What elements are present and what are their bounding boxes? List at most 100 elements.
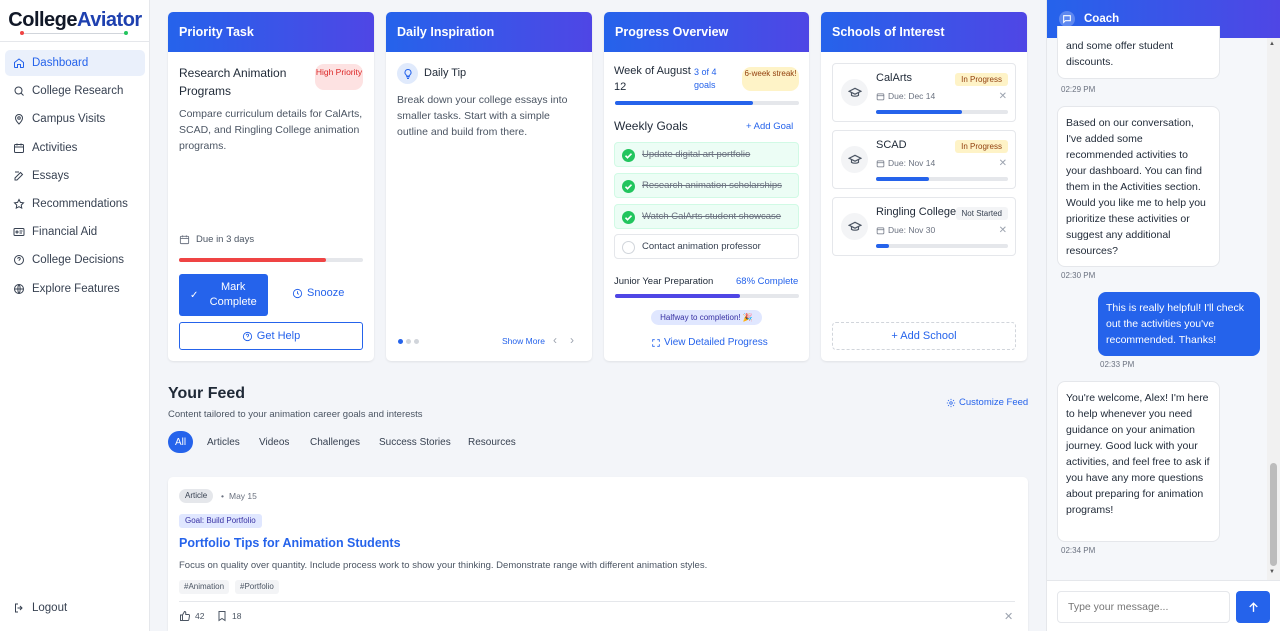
nav-item-activities[interactable]: Activities xyxy=(5,135,145,161)
checkmark-icon[interactable] xyxy=(622,180,635,193)
nav-item-explore-features[interactable]: Explore Features xyxy=(5,276,145,302)
carousel-dots[interactable] xyxy=(398,339,419,344)
tab-challenges[interactable]: Challenges xyxy=(303,431,367,453)
scrollbar-thumb[interactable] xyxy=(1270,463,1277,566)
logo-dot-red xyxy=(20,31,24,35)
feed-title: Your Feed xyxy=(168,385,246,402)
post-tag[interactable]: #Animation xyxy=(179,580,230,594)
chat-message-user: This is really helpful! I'll check out t… xyxy=(1098,292,1260,356)
send-button[interactable] xyxy=(1236,591,1270,623)
message-time: 02:34 PM xyxy=(1061,546,1096,555)
logo[interactable]: CollegeAviator xyxy=(0,0,150,42)
goal-item[interactable]: Research animation scholarships xyxy=(614,173,799,198)
message-time: 02:30 PM xyxy=(1061,271,1096,280)
home-icon xyxy=(14,58,24,68)
priority-task-header: Priority Task xyxy=(168,12,374,52)
carousel-dot[interactable] xyxy=(406,339,411,344)
school-progress-fill xyxy=(876,110,962,114)
tab-articles[interactable]: Articles xyxy=(200,431,247,453)
nav-label: Explore Features xyxy=(32,282,120,295)
message-time: 02:33 PM xyxy=(1100,360,1135,369)
close-icon[interactable]: ✕ xyxy=(999,158,1007,169)
week-label: Week of August 12 xyxy=(614,65,691,93)
get-help-button[interactable]: Get Help xyxy=(179,322,363,350)
close-icon[interactable]: ✕ xyxy=(1004,610,1013,623)
show-more-link[interactable]: Show More xyxy=(502,336,545,346)
checkmark-icon[interactable] xyxy=(622,211,635,224)
nav-item-dashboard[interactable]: Dashboard xyxy=(5,50,145,76)
nav-item-recommendations[interactable]: Recommendations xyxy=(5,191,145,217)
post-date: May 15 xyxy=(229,491,257,501)
nav-item-college-decisions[interactable]: College Decisions xyxy=(5,247,145,273)
school-due: Due: Dec 14 xyxy=(876,91,935,101)
nav-item-college-research[interactable]: College Research xyxy=(5,78,145,104)
carousel-dot[interactable] xyxy=(414,339,419,344)
post-tag[interactable]: #Portfolio xyxy=(235,580,279,594)
nav-item-financial-aid[interactable]: Financial Aid xyxy=(5,219,145,245)
post-title[interactable]: Portfolio Tips for Animation Students xyxy=(179,536,401,550)
chevron-left-icon[interactable]: ‹ xyxy=(553,333,557,347)
school-item[interactable]: Ringling College Not Started Due: Nov 30… xyxy=(832,197,1016,256)
goal-item[interactable]: Update digital art portfolio xyxy=(614,142,799,167)
nav-item-essays[interactable]: Essays xyxy=(5,163,145,189)
carousel-dot-active[interactable] xyxy=(398,339,403,344)
thumbs-up-icon xyxy=(180,610,190,621)
progress-overview-header: Progress Overview xyxy=(604,12,809,52)
logout-button[interactable]: Logout xyxy=(13,602,67,614)
chevron-right-icon[interactable]: › xyxy=(570,333,574,347)
checkmark-icon[interactable] xyxy=(622,149,635,162)
nav-label: Financial Aid xyxy=(32,226,98,239)
snooze-button[interactable]: Snooze xyxy=(292,287,344,299)
save-button[interactable]: 18 xyxy=(216,610,241,622)
logout-icon xyxy=(15,603,23,613)
chat-message-bot: You're welcome, Alex! I'm here to help w… xyxy=(1057,381,1220,542)
bookmark-icon xyxy=(218,611,226,622)
goal-item[interactable]: Watch CalArts student showcase xyxy=(614,204,799,229)
tab-resources[interactable]: Resources xyxy=(461,431,523,453)
week-progress-fill xyxy=(615,101,753,105)
chat-input-area xyxy=(1047,580,1280,631)
school-status: In Progress xyxy=(955,140,1008,153)
goal-item[interactable]: Contact animation professor xyxy=(614,234,799,259)
schools-header: Schools of Interest xyxy=(821,12,1027,52)
nav-item-campus-visits[interactable]: Campus Visits xyxy=(5,106,145,132)
school-due: Due: Nov 30 xyxy=(876,225,935,235)
scroll-down-arrow[interactable]: ▼ xyxy=(1269,569,1275,575)
close-icon[interactable]: ✕ xyxy=(999,91,1007,102)
close-icon[interactable]: ✕ xyxy=(999,225,1007,236)
empty-circle-icon[interactable] xyxy=(622,241,635,254)
save-count: 18 xyxy=(232,611,242,621)
tab-success-stories[interactable]: Success Stories xyxy=(372,431,458,453)
view-detailed-progress-link[interactable]: View Detailed Progress xyxy=(651,337,768,348)
school-item[interactable]: CalArts In Progress Due: Dec 14 ✕ xyxy=(832,63,1016,122)
nav-label: Campus Visits xyxy=(32,113,106,126)
goal-label: Watch CalArts student showcase xyxy=(642,211,782,222)
star-icon xyxy=(13,198,25,209)
scrollbar[interactable]: ▲ ▼ xyxy=(1267,38,1280,580)
coach-panel: Coach and some offer student discounts. … xyxy=(1046,0,1280,631)
school-progress-fill xyxy=(876,244,890,248)
tab-videos[interactable]: Videos xyxy=(252,431,296,453)
school-item[interactable]: SCAD In Progress Due: Nov 14 ✕ xyxy=(832,130,1016,189)
nav-label: Activities xyxy=(32,141,78,154)
feed-post: Article • May 15 Goal: Build Portfolio P… xyxy=(168,477,1028,631)
school-status: Not Started xyxy=(955,207,1008,220)
daily-inspiration-card: Daily Inspiration Daily Tip Break down y… xyxy=(386,12,592,361)
daily-inspiration-header: Daily Inspiration xyxy=(386,12,592,52)
edit-icon xyxy=(14,171,24,181)
logo-part1: College xyxy=(8,9,78,31)
divider xyxy=(179,601,1015,602)
calendar-icon xyxy=(876,93,885,100)
customize-feed-button[interactable]: Customize Feed xyxy=(946,397,1028,408)
scroll-up-arrow[interactable]: ▲ xyxy=(1269,41,1275,47)
streak-badge: 6-week streak! xyxy=(742,67,799,91)
like-button[interactable]: 42 xyxy=(179,610,204,622)
progress-overview-card: Progress Overview Week of August 12 3 of… xyxy=(604,12,809,361)
chat-input[interactable] xyxy=(1057,591,1230,623)
logo-flight-line xyxy=(22,33,126,34)
mark-complete-button[interactable]: ✓ Mark Complete xyxy=(179,274,268,316)
tab-all[interactable]: All xyxy=(168,431,194,453)
add-school-button[interactable]: + Add School xyxy=(832,322,1016,350)
add-goal-button[interactable]: + Add Goal xyxy=(746,121,793,132)
weekly-goals-title: Weekly Goals xyxy=(614,119,688,133)
